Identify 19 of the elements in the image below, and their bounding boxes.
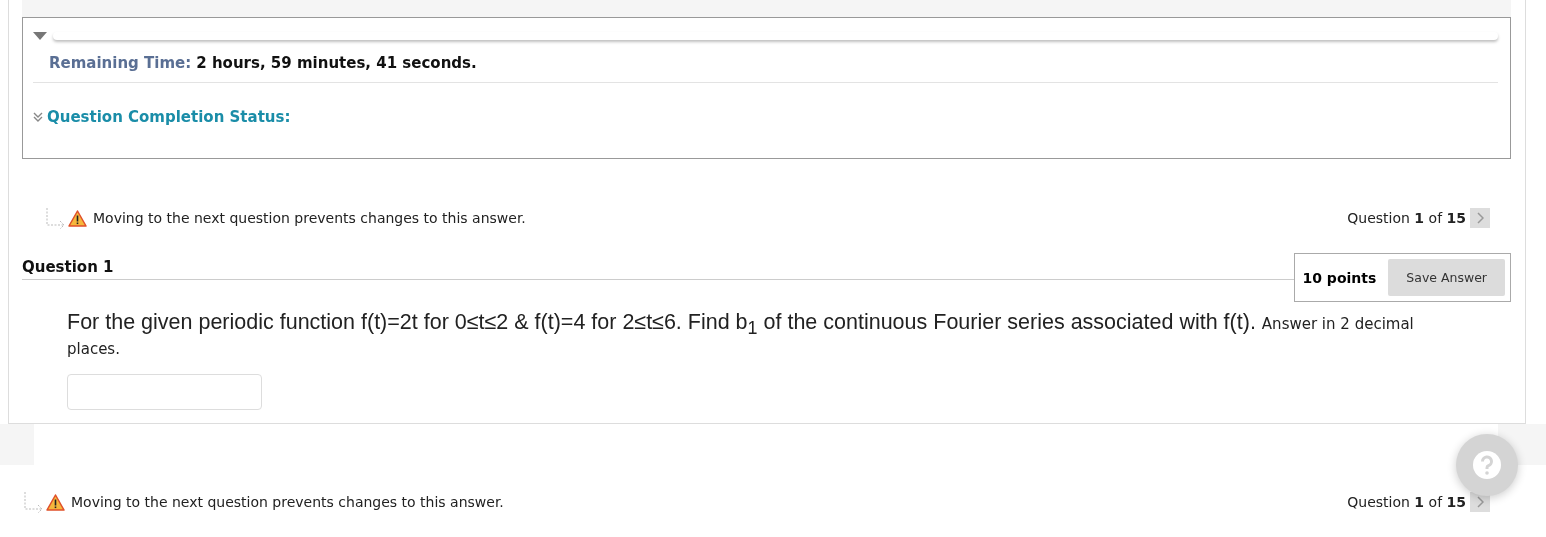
chevron-right-icon (1476, 496, 1484, 508)
warning-message: Moving to the next question prevents changes to this answer. (93, 210, 526, 226)
warning-icon (68, 209, 87, 227)
completion-status-link[interactable]: Question Completion Status: (47, 108, 291, 126)
remaining-time-value: 2 hours, 59 minutes, 41 seconds. (196, 54, 477, 72)
question-text: For the given periodic function f(t)=2t for 0≤t≤2 & f(t)=4 for 2≤t≤6. Find b$_{1}$ of the continuous Fourier series associated with f(t). Answer in 2 decimal places. (67, 310, 1415, 359)
points-label: 10 points (1302, 269, 1377, 286)
remaining-time-label: Remaining Time: (49, 54, 192, 72)
chevron-right-icon (1476, 212, 1484, 224)
question-mark-icon (1472, 450, 1502, 480)
question-counter: Question 1 of 15 (1347, 210, 1466, 226)
question-counter: Question 1 of 15 (1347, 494, 1466, 510)
question-title: Question 1 (22, 258, 1294, 280)
warning-icon (46, 493, 65, 511)
answer-field[interactable] (67, 374, 262, 411)
save-answer-button[interactable]: Save Answer (1388, 259, 1505, 296)
warning-message: Moving to the next question prevents changes to this answer. (71, 494, 504, 510)
next-question-button[interactable] (1470, 208, 1490, 228)
collapse-triangle-icon[interactable] (33, 32, 47, 40)
